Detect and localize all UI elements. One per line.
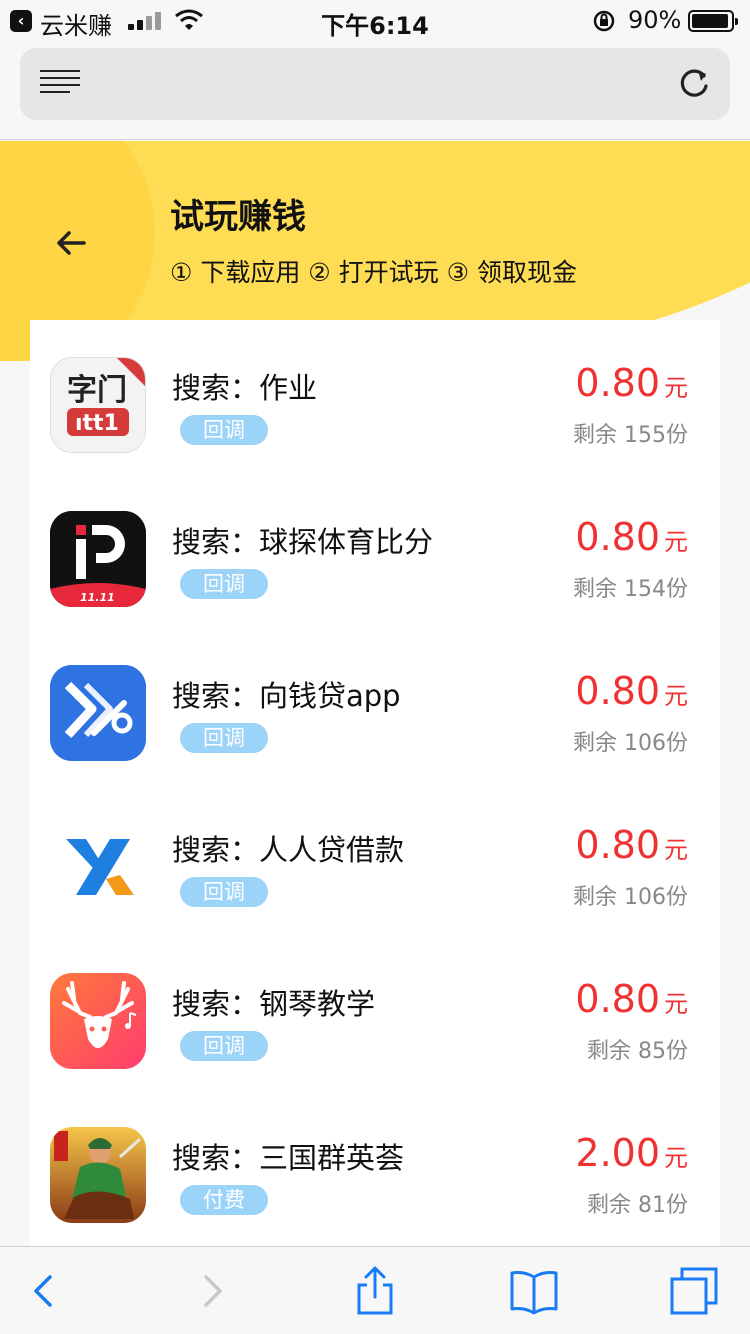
sports-score-app-icon: 11.11	[50, 511, 146, 607]
task-type-badge: 回调	[180, 569, 268, 599]
back-arrow-icon[interactable]	[52, 223, 92, 263]
share-icon[interactable]	[349, 1265, 401, 1317]
task-type-badge: 回调	[180, 415, 268, 445]
task-item[interactable]: 字门 ıtt1 搜索：作业 回调 0.80 元 剩余 155份	[30, 357, 720, 511]
tabs-icon[interactable]	[668, 1265, 720, 1317]
remaining-count: 剩余 106份	[573, 731, 688, 756]
task-reward: 0.80 元	[575, 669, 688, 713]
browser-toolbar	[0, 1246, 750, 1334]
reward-unit: 元	[664, 1144, 688, 1172]
reward-unit: 元	[664, 374, 688, 402]
piano-app-icon	[50, 973, 146, 1069]
reward-unit: 元	[664, 528, 688, 556]
page-title: 试玩赚钱	[170, 197, 306, 237]
reward-amount: 2.00	[575, 1131, 660, 1175]
task-reward: 2.00 元	[575, 1131, 688, 1175]
back-icon[interactable]	[18, 1265, 70, 1317]
task-type-badge: 回调	[180, 1031, 268, 1061]
remaining-count: 剩余 85份	[587, 1039, 688, 1064]
task-title: 搜索：作业	[172, 371, 318, 405]
task-reward: 0.80 元	[575, 515, 688, 559]
svg-text:ıtt1: ıtt1	[75, 411, 119, 436]
renrendai-app-icon	[50, 819, 146, 915]
task-item[interactable]: 搜索：钢琴教学 回调 0.80 元 剩余 85份	[30, 973, 720, 1127]
reward-unit: 元	[664, 682, 688, 710]
task-item[interactable]: 11.11 搜索：球探体育比分 回调 0.80 元 剩余 154份	[30, 511, 720, 665]
three-kingdoms-game-icon	[50, 1127, 146, 1223]
browser-address-area	[0, 40, 750, 140]
task-reward: 0.80 元	[575, 977, 688, 1021]
task-item[interactable]: 搜索：人人贷借款 回调 0.80 元 剩余 106份	[30, 819, 720, 973]
reward-unit: 元	[664, 990, 688, 1018]
remaining-count: 剩余 155份	[573, 423, 688, 448]
svg-text:11.11: 11.11	[80, 591, 115, 604]
loan-app-icon	[50, 665, 146, 761]
reward-amount: 0.80	[575, 515, 660, 559]
task-reward: 0.80 元	[575, 361, 688, 405]
reward-unit: 元	[664, 836, 688, 864]
task-type-badge: 回调	[180, 723, 268, 753]
reward-amount: 0.80	[575, 977, 660, 1021]
reload-icon[interactable]	[674, 64, 714, 104]
remaining-count: 剩余 154份	[573, 577, 688, 602]
reader-menu-icon[interactable]	[40, 70, 80, 98]
task-reward: 0.80 元	[575, 823, 688, 867]
task-item[interactable]: 搜索：向钱贷app 回调 0.80 元 剩余 106份	[30, 665, 720, 819]
task-title: 搜索：钢琴教学	[172, 987, 376, 1021]
task-title: 搜索：向钱贷app	[172, 679, 401, 713]
battery-icon	[688, 10, 738, 32]
reward-amount: 0.80	[575, 361, 660, 405]
remaining-count: 剩余 106份	[573, 885, 688, 910]
task-list: 字门 ıtt1 搜索：作业 回调 0.80 元 剩余 155份 11.11 搜索：…	[30, 320, 720, 1250]
reward-amount: 0.80	[575, 669, 660, 713]
homework-app-icon: 字门 ıtt1	[50, 357, 146, 453]
battery-percent: 90%	[628, 6, 682, 34]
forward-icon[interactable]	[186, 1265, 238, 1317]
steps-instructions: ① 下载应用 ② 打开试玩 ③ 领取现金	[170, 258, 577, 287]
bookmarks-icon[interactable]	[508, 1265, 560, 1317]
reward-amount: 0.80	[575, 823, 660, 867]
address-bar[interactable]	[20, 48, 730, 120]
remaining-count: 剩余 81份	[587, 1193, 688, 1218]
task-type-badge: 付费	[180, 1185, 268, 1215]
task-title: 搜索：人人贷借款	[172, 833, 405, 867]
orientation-lock-icon	[593, 10, 615, 32]
task-title: 搜索：球探体育比分	[172, 525, 434, 559]
svg-text:字门: 字门	[67, 373, 127, 408]
task-title: 搜索：三国群英荟	[172, 1141, 405, 1175]
task-type-badge: 回调	[180, 877, 268, 907]
status-bar: ‹ 云米赚 下午6:14 90%	[0, 0, 750, 40]
